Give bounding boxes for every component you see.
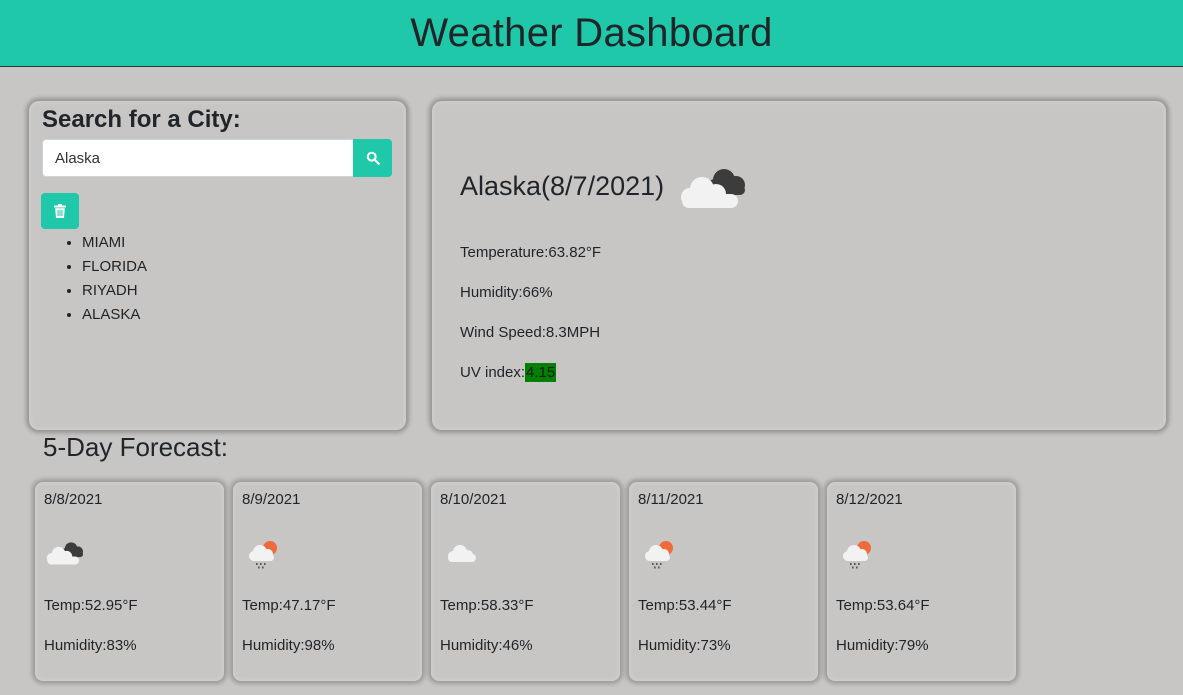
current-weather-panel: Alaska(8/7/2021) Temperature:63.82°F Hum… (432, 101, 1166, 430)
cloud-icon (448, 545, 476, 562)
rain-sun-icon (249, 541, 277, 569)
forecast-date: 8/11/2021 (638, 491, 704, 508)
rain-sun-icon (645, 541, 673, 569)
forecast-temp: Temp:47.17°F (242, 597, 336, 614)
forecast-title: 5-Day Forecast: (43, 432, 228, 462)
history-item[interactable]: FLORIDA (82, 255, 147, 279)
forecast-humidity: Humidity:73% (638, 637, 731, 654)
page-title: Weather Dashboard (410, 10, 773, 55)
broken-clouds-icon (46, 542, 84, 565)
forecast-temp: Temp:52.95°F (44, 597, 138, 614)
history-item[interactable]: ALASKA (82, 303, 147, 327)
forecast-date: 8/8/2021 (44, 491, 103, 508)
page-header: Weather Dashboard (0, 0, 1183, 67)
search-button[interactable] (353, 139, 392, 177)
rain-sun-icon (843, 541, 871, 569)
current-humidity: Humidity:66% (460, 284, 553, 301)
trash-icon (54, 204, 66, 218)
current-wind-speed: Wind Speed:8.3MPH (460, 324, 601, 341)
forecast-humidity: Humidity:46% (440, 637, 533, 654)
uv-value-badge: 4.15 (525, 363, 557, 382)
forecast-humidity: Humidity:83% (44, 637, 137, 654)
forecast-temp: Temp:53.64°F (836, 597, 930, 614)
history-item[interactable]: RIYADH (82, 279, 147, 303)
clear-history-button[interactable] (41, 193, 79, 229)
search-history-list: MIAMI FLORIDA RIYADH ALASKA (42, 231, 147, 327)
search-bar (42, 139, 392, 177)
forecast-card: 8/12/2021 Temp:53.64°F Humidity:79% (827, 482, 1016, 681)
forecast-date: 8/10/2021 (440, 491, 507, 508)
forecast-temp: Temp:58.33°F (440, 597, 534, 614)
broken-clouds-icon (681, 169, 746, 208)
forecast-card: 8/11/2021 Temp:53.44°F Humidity:73% (629, 482, 818, 681)
forecast-date: 8/9/2021 (242, 491, 301, 508)
search-icon (366, 151, 380, 165)
current-city-row: Alaska(8/7/2021) (460, 161, 752, 211)
forecast-card: 8/8/2021 Temp:52.95°F Humidity:83% (35, 482, 224, 681)
current-temperature: Temperature:63.82°F (460, 244, 602, 261)
forecast-humidity: Humidity:98% (242, 637, 335, 654)
city-search-input[interactable] (42, 139, 353, 177)
forecast-humidity: Humidity:79% (836, 637, 929, 654)
current-city-title: Alaska(8/7/2021) (460, 170, 665, 201)
search-panel: Search for a City: MIAMI FLORIDA RIYADH … (29, 101, 406, 430)
search-title: Search for a City: (42, 106, 241, 133)
forecast-card: 8/10/2021 Temp:58.33°F Humidity:46% (431, 482, 620, 681)
history-item[interactable]: MIAMI (82, 231, 147, 255)
forecast-date: 8/12/2021 (836, 491, 903, 508)
forecast-card: 8/9/2021 Temp:47.17°F Humidity:98% (233, 482, 422, 681)
uv-label: UV index: (460, 364, 526, 381)
current-uv-index: UV index:4.15 (460, 363, 557, 382)
forecast-temp: Temp:53.44°F (638, 597, 732, 614)
